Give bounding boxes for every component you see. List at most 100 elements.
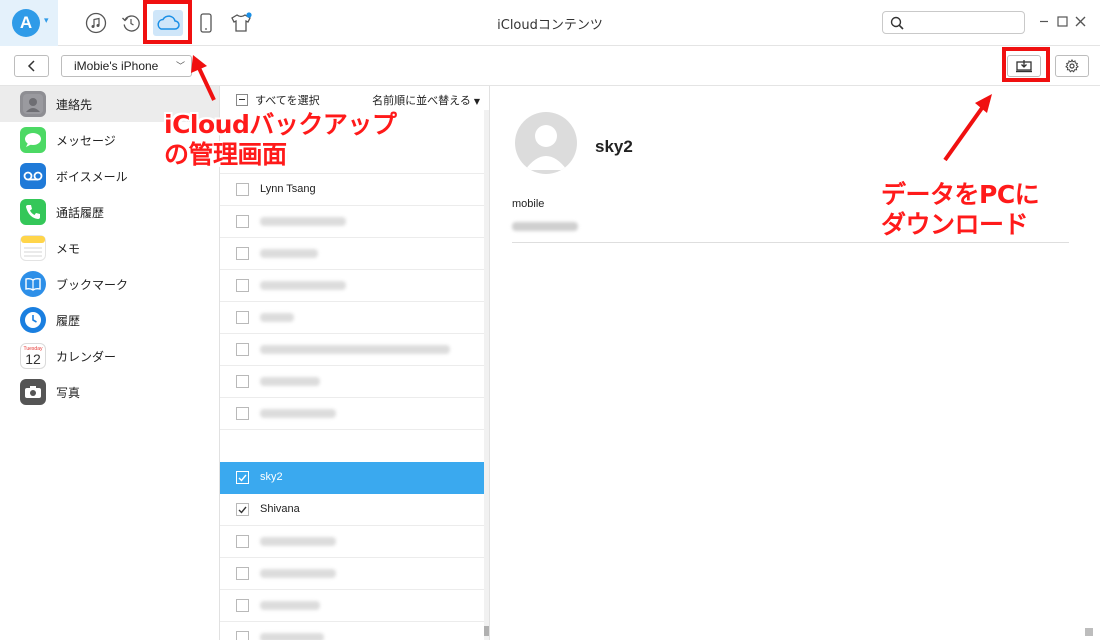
sort-dropdown[interactable]: 名前順に並べ替える ▼: [372, 92, 480, 108]
row-checkbox[interactable]: [236, 247, 249, 260]
bookmark-icon: [20, 271, 46, 297]
annotation-line: データをPCに: [881, 180, 1040, 209]
list-item[interactable]: [220, 590, 484, 622]
scrollbar-thumb[interactable]: [1085, 628, 1093, 636]
row-checkbox[interactable]: [236, 407, 249, 420]
search-box[interactable]: [882, 11, 1025, 34]
contact-detail: sky2 mobile: [491, 86, 1100, 640]
close-button[interactable]: [1072, 13, 1088, 29]
minimize-button[interactable]: [1036, 13, 1052, 29]
scrollbar-thumb[interactable]: [484, 626, 489, 636]
list-scrollbar[interactable]: [484, 110, 489, 640]
row-checkbox[interactable]: [236, 183, 249, 196]
field-label: mobile: [512, 198, 545, 210]
detail-scrollbar[interactable]: [1084, 86, 1096, 640]
back-arrow-icon: [27, 60, 35, 72]
row-checkbox[interactable]: [236, 567, 249, 580]
list-item[interactable]: [220, 238, 484, 270]
contact-name-heading: sky2: [595, 137, 633, 156]
select-all-label: すべてを選択: [255, 94, 320, 107]
list-header: すべてを選択 名前順に並べ替える ▼: [220, 86, 489, 112]
select-all-control[interactable]: すべてを選択: [236, 92, 320, 108]
list-item[interactable]: [220, 398, 484, 430]
redacted-name: [260, 313, 294, 322]
list-item[interactable]: [220, 206, 484, 238]
search-input[interactable]: [909, 14, 1019, 31]
row-checkbox[interactable]: [236, 311, 249, 324]
list-item[interactable]: [220, 558, 484, 590]
redacted-name: [260, 569, 336, 578]
sidebar-item-label: 連絡先: [56, 98, 93, 112]
camera-icon: [20, 379, 46, 405]
list-item[interactable]: Lynn Tsang: [220, 174, 484, 206]
close-icon: [1075, 16, 1085, 26]
messages-icon: [20, 127, 46, 153]
sidebar-item-photos[interactable]: 写真: [0, 374, 219, 410]
redacted-phone-number: [512, 222, 578, 231]
tshirt-icon[interactable]: [228, 10, 254, 36]
sidebar-item-calendar[interactable]: Tuesday 12 カレンダー: [0, 338, 219, 374]
voicemail-icon: [20, 163, 46, 189]
list-item[interactable]: [220, 302, 484, 334]
sidebar-item-notes[interactable]: メモ: [0, 230, 219, 266]
anytrans-logo-icon: A: [12, 9, 40, 37]
row-checkbox[interactable]: [236, 375, 249, 388]
sidebar-item-label: ブックマーク: [56, 278, 129, 292]
list-item[interactable]: [220, 526, 484, 558]
app-logo-menu[interactable]: A ▾: [0, 0, 58, 46]
row-checkbox[interactable]: [236, 215, 249, 228]
device-selector[interactable]: iMobie's iPhone ﹀: [61, 55, 192, 77]
history-clock-icon: [20, 307, 46, 333]
search-icon: [890, 16, 904, 30]
sidebar-item-label: 履歴: [56, 314, 81, 328]
contact-name: Shivana: [260, 503, 300, 515]
contact-name: sky2: [260, 471, 283, 483]
calendar-date: 12: [25, 350, 41, 367]
row-checkbox[interactable]: [236, 631, 249, 640]
sidebar-item-history[interactable]: 履歴: [0, 302, 219, 338]
restore-icon[interactable]: [118, 10, 144, 36]
notes-icon: [20, 235, 46, 261]
contact-name: Lynn Tsang: [260, 183, 316, 195]
person-icon: [525, 125, 567, 170]
select-all-checkbox[interactable]: [236, 94, 248, 106]
chevron-down-icon: ﹀: [175, 61, 185, 71]
sidebar-item-label: メモ: [56, 242, 81, 256]
sidebar-item-label: カレンダー: [56, 350, 117, 364]
chevron-down-icon: ▾: [44, 16, 49, 26]
row-checkbox[interactable]: [236, 535, 249, 548]
list-item[interactable]: [220, 334, 484, 366]
list-item[interactable]: Shivana: [220, 494, 484, 526]
redacted-name: [260, 409, 336, 418]
caret-down-icon: ▼: [473, 97, 480, 106]
sidebar-item-call-history[interactable]: 通話履歴: [0, 194, 219, 230]
music-icon[interactable]: [83, 10, 109, 36]
sidebar-item-label: 写真: [56, 386, 81, 400]
annotation-download: データをPCに ダウンロード: [881, 180, 1040, 240]
phone-call-icon: [20, 199, 46, 225]
list-item[interactable]: [220, 270, 484, 302]
row-checkbox[interactable]: [236, 343, 249, 356]
sidebar-item-bookmarks[interactable]: ブックマーク: [0, 266, 219, 302]
back-button[interactable]: [14, 55, 49, 77]
calendar-icon: Tuesday 12: [20, 343, 46, 369]
row-checkbox[interactable]: [236, 279, 249, 292]
list-item[interactable]: [220, 622, 484, 640]
row-checkbox[interactable]: [236, 471, 249, 484]
annotation-line: iCloudバックアップ: [164, 110, 397, 139]
settings-button[interactable]: [1055, 55, 1089, 77]
list-item[interactable]: sky2: [220, 462, 484, 494]
gear-icon: [1065, 59, 1079, 73]
toolbar: iMobie's iPhone ﹀: [0, 46, 1100, 86]
redacted-name: [260, 537, 336, 546]
redacted-name: [260, 345, 450, 354]
list-item[interactable]: [220, 366, 484, 398]
row-checkbox[interactable]: [236, 599, 249, 612]
annotation-icloud-backup: iCloudバックアップ の管理画面: [164, 110, 397, 170]
redacted-name: [260, 601, 320, 610]
annotation-line: ダウンロード: [881, 210, 1029, 239]
row-checkbox[interactable]: [236, 503, 249, 516]
contacts-icon: [20, 91, 46, 117]
maximize-button[interactable]: [1054, 13, 1070, 29]
phone-icon[interactable]: [193, 10, 219, 36]
